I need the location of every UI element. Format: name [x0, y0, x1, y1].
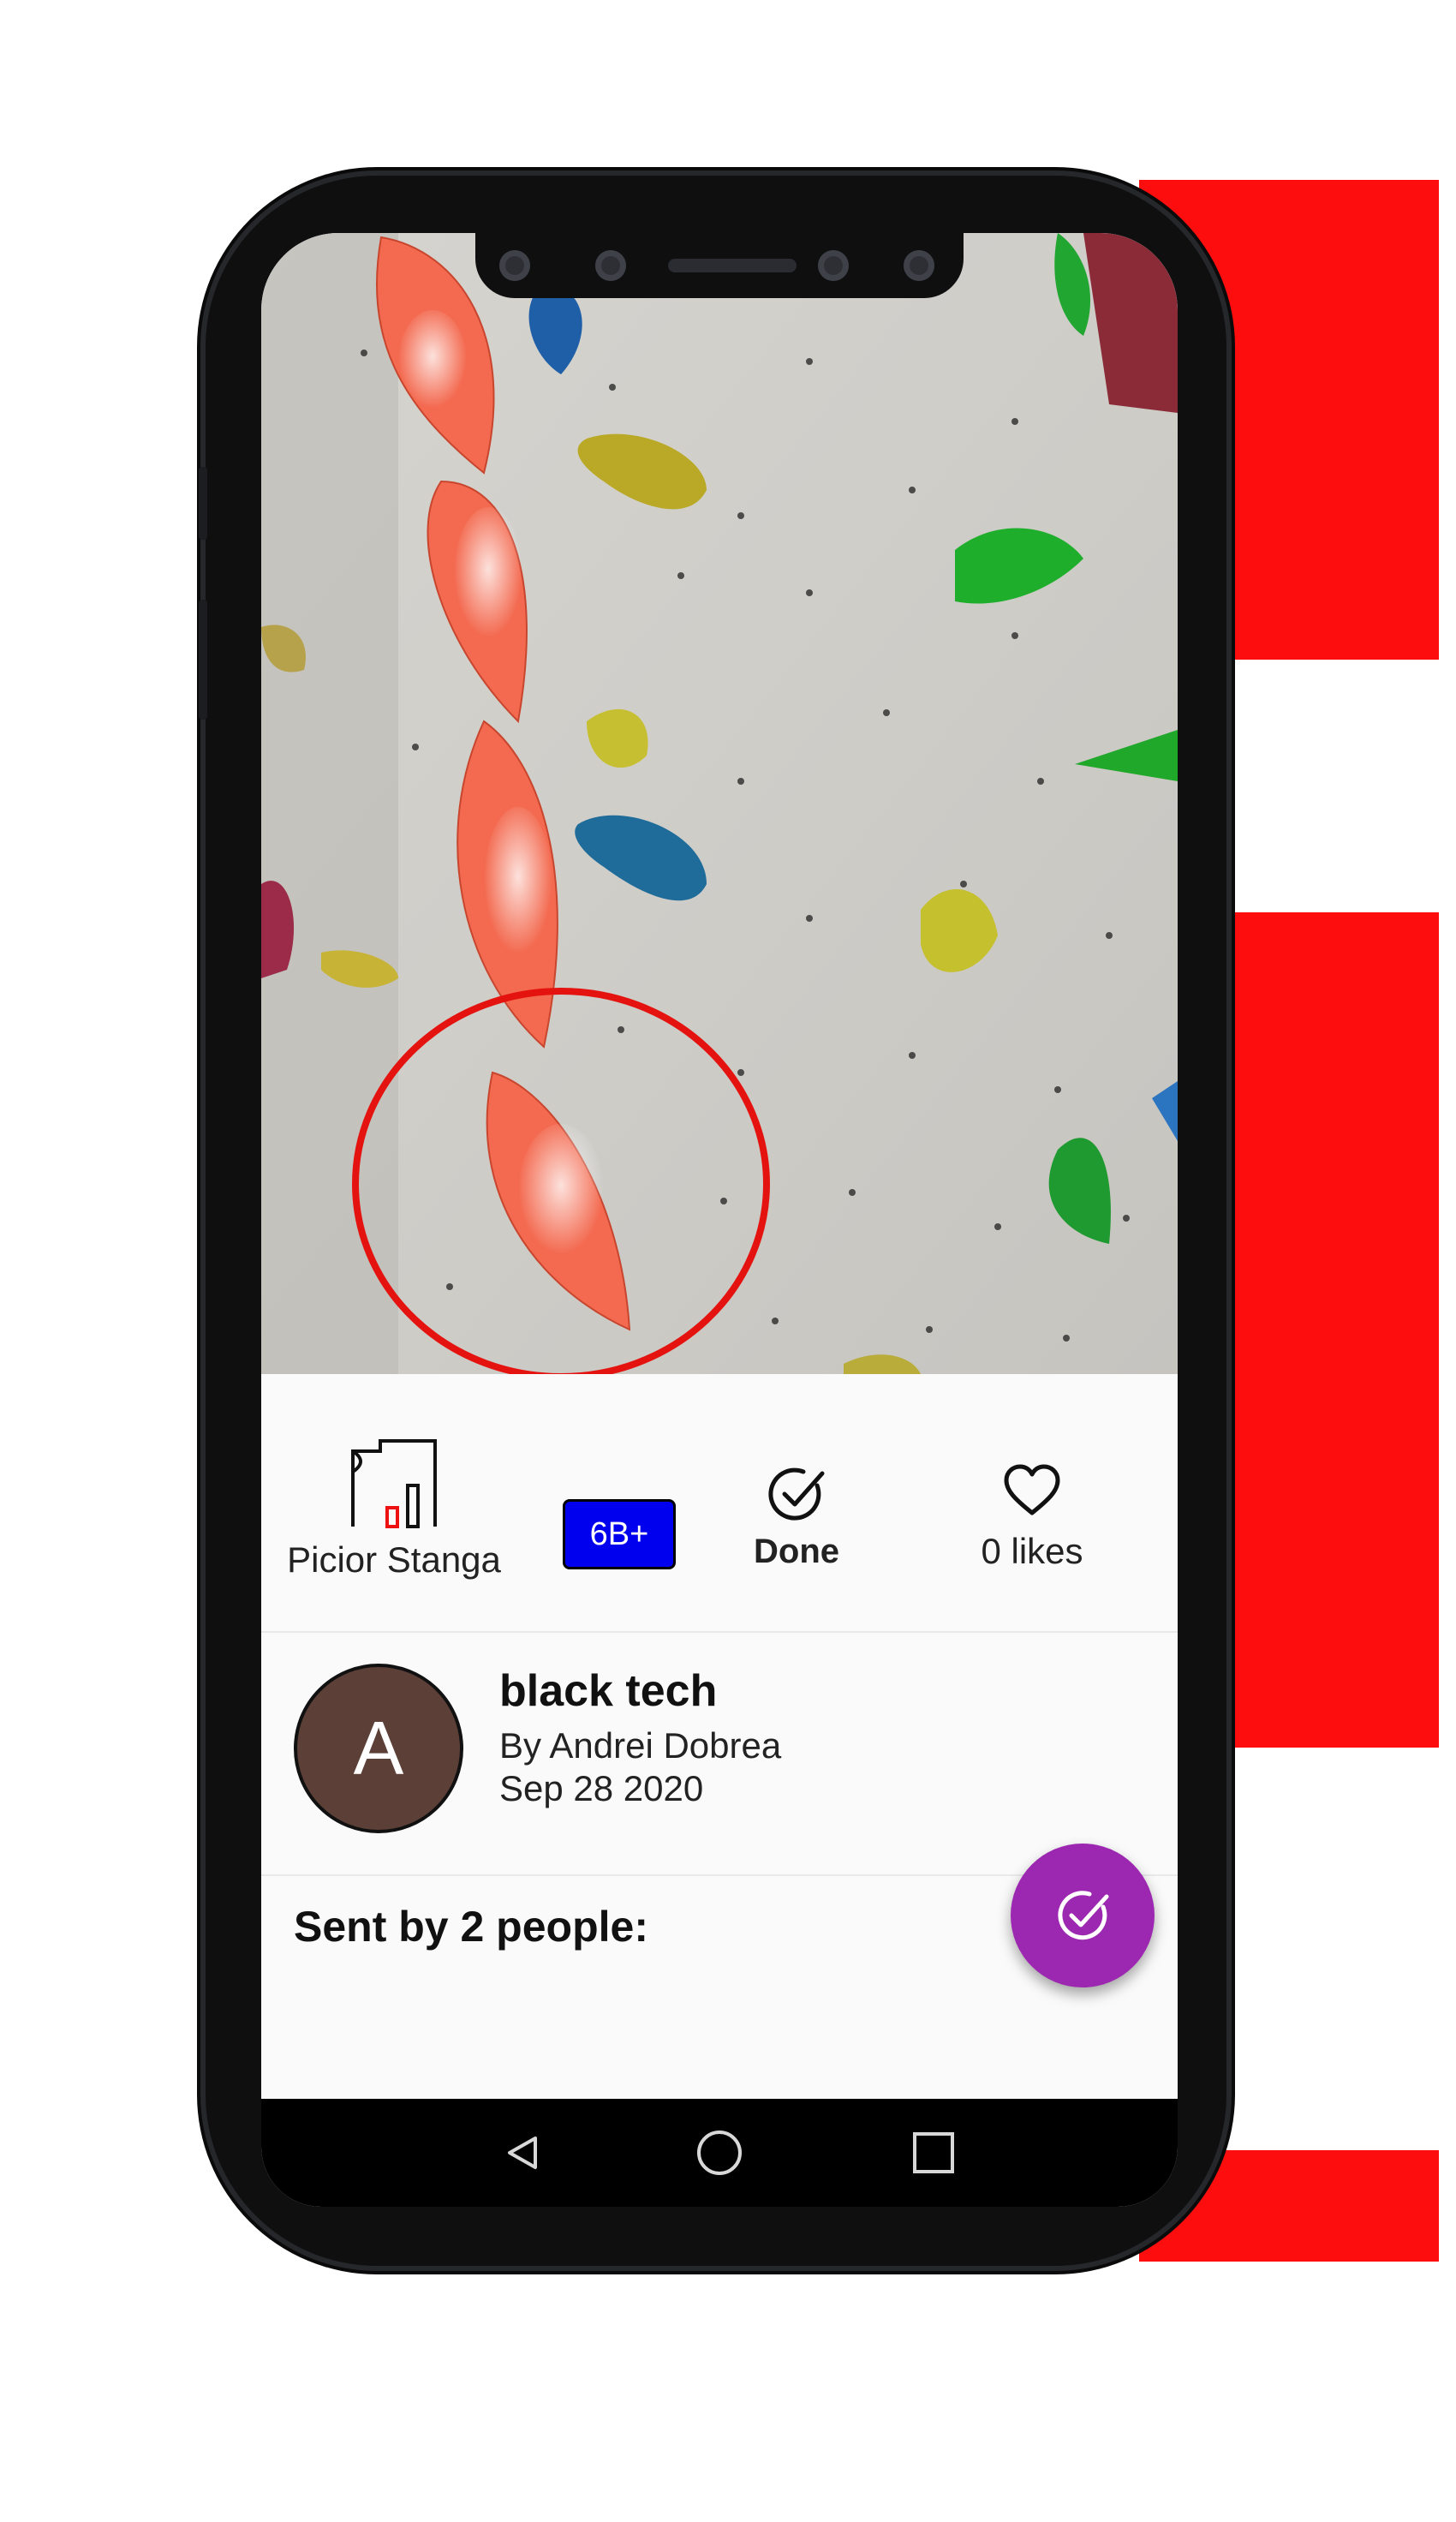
grade-badge: 6B+ [563, 1499, 676, 1569]
sector-item[interactable]: Picior Stanga [278, 1432, 510, 1581]
route-photo[interactable] [261, 233, 1178, 1374]
route-author[interactable]: By Andrei Dobrea [499, 1725, 781, 1766]
camera-icon [818, 250, 849, 281]
nav-back-button[interactable] [492, 2123, 552, 2183]
phone-notch [475, 233, 964, 298]
route-date: Sep 28 2020 [499, 1768, 704, 1808]
circle-home-icon [697, 2131, 742, 2175]
android-navigation-bar [261, 2099, 1178, 2207]
divider [261, 1631, 1178, 1633]
sensor-icon [904, 250, 934, 281]
app-screen: Picior Stanga 6B+ Done 0 likes A black t… [261, 233, 1178, 2207]
square-recents-icon [913, 2132, 954, 2173]
phone-side-button-upper [199, 467, 207, 540]
mark-sent-fab[interactable] [1011, 1844, 1155, 1987]
check-circle-icon [1058, 1891, 1109, 1940]
camera-icon [499, 250, 530, 281]
nav-recents-button[interactable] [904, 2123, 964, 2183]
sensor-icon [595, 250, 626, 281]
phone-side-button-lower [199, 600, 207, 720]
like-button[interactable]: 0 likes [946, 1458, 1118, 1572]
check-circle-icon [768, 1467, 825, 1521]
likes-label: 0 likes [981, 1531, 1083, 1571]
done-label: Done [754, 1533, 839, 1570]
done-button[interactable]: Done [724, 1460, 869, 1571]
sent-by-heading: Sent by 2 people: [294, 1903, 648, 1951]
sector-label: Picior Stanga [287, 1539, 501, 1580]
route-name: black tech [499, 1666, 718, 1716]
climbing-wall-image [261, 233, 1178, 1374]
wall-sector-icon [351, 1439, 437, 1528]
heart-outline-icon [1004, 1464, 1060, 1515]
nav-home-button[interactable] [689, 2123, 749, 2183]
earpiece-speaker [668, 259, 797, 272]
avatar[interactable]: A [294, 1664, 463, 1833]
triangle-back-icon [508, 2137, 537, 2169]
